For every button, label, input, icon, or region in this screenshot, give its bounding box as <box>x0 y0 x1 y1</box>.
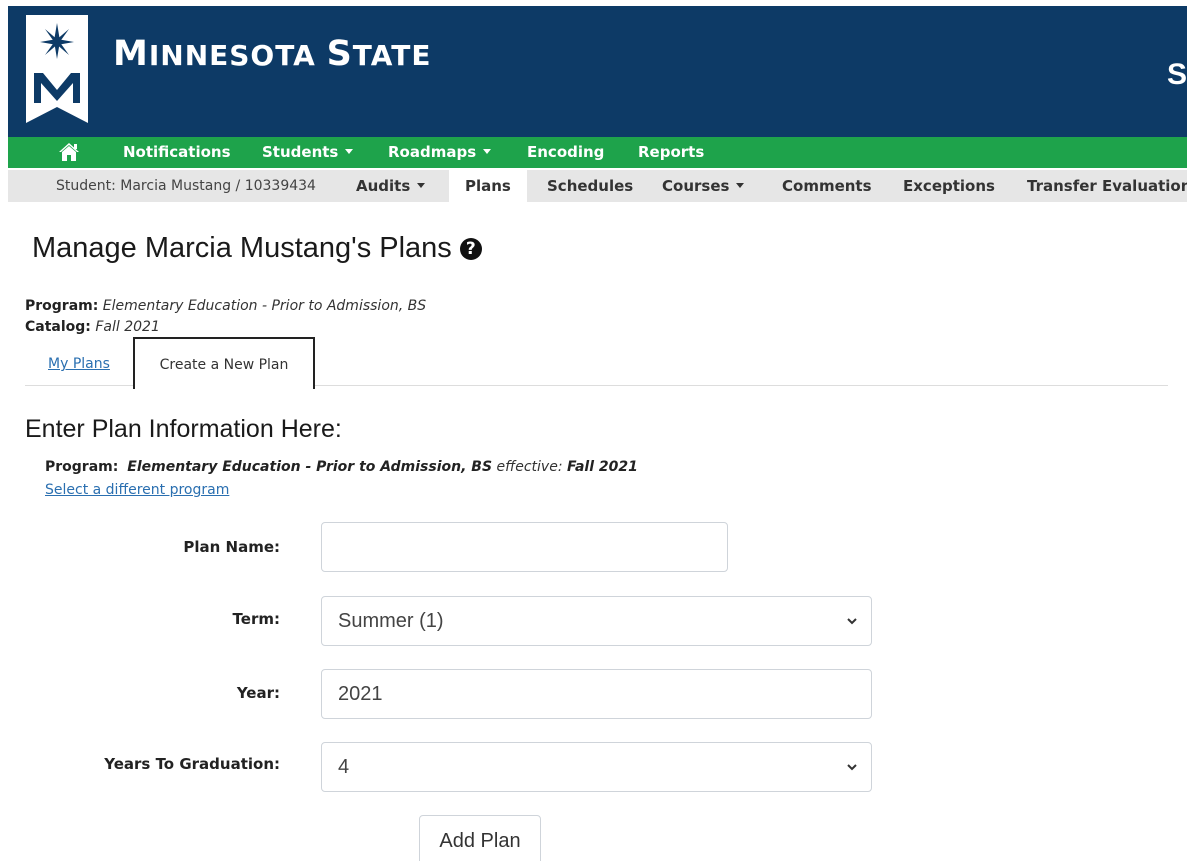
tab-schedules[interactable]: Schedules <box>547 170 633 202</box>
brand-edge-text: S <box>1166 58 1187 91</box>
page-title: Manage Marcia Mustang's Plans ? <box>32 232 482 265</box>
nav-reports[interactable]: Reports <box>638 143 704 161</box>
tab-create-new-plan[interactable]: Create a New Plan <box>133 337 315 389</box>
form-program-info: Program: Elementary Education - Prior to… <box>45 459 638 475</box>
tab-courses[interactable]: Courses <box>662 170 745 202</box>
main-nav: Notifications Students Roadmaps Encoding… <box>8 137 1187 168</box>
tab-transfer-evaluations[interactable]: Transfer Evaluations <box>1027 170 1187 202</box>
chevron-down-icon <box>483 149 492 154</box>
form-section-title: Enter Plan Information Here: <box>25 415 342 443</box>
chevron-down-icon <box>345 149 354 154</box>
years-to-graduation-label: Years To Graduation: <box>104 755 280 773</box>
tab-my-plans[interactable]: My Plans <box>48 356 110 372</box>
chevron-down-icon <box>847 764 857 771</box>
term-label: Term: <box>232 610 280 628</box>
add-plan-button[interactable]: Add Plan <box>419 815 541 861</box>
catalog-info: Catalog: Fall 2021 <box>25 319 160 335</box>
brand-name: MINNESOTA STATE <box>113 34 432 74</box>
student-nav: Student: Marcia Mustang / 10339434 Audit… <box>8 170 1187 202</box>
program-info: Program: Elementary Education - Prior to… <box>25 298 427 314</box>
plan-name-input[interactable] <box>321 522 728 572</box>
nav-notifications[interactable]: Notifications <box>123 143 231 161</box>
chevron-down-icon <box>847 618 857 625</box>
nav-students[interactable]: Students <box>262 143 354 161</box>
year-input[interactable] <box>321 669 872 719</box>
tab-plans[interactable]: Plans <box>449 170 527 202</box>
year-label: Year: <box>236 684 280 702</box>
tab-exceptions[interactable]: Exceptions <box>903 170 995 202</box>
minnesota-state-logo-icon <box>26 15 88 123</box>
nav-roadmaps[interactable]: Roadmaps <box>388 143 492 161</box>
chevron-down-icon <box>736 183 745 188</box>
years-to-graduation-select[interactable]: 4 <box>321 742 872 792</box>
home-icon[interactable] <box>58 142 80 162</box>
tab-comments[interactable]: Comments <box>782 170 872 202</box>
nav-encoding[interactable]: Encoding <box>527 143 604 161</box>
chevron-down-icon <box>417 183 426 188</box>
plan-name-label: Plan Name: <box>183 538 280 556</box>
brand-header: MINNESOTA STATE S <box>8 6 1187 137</box>
select-different-program-link[interactable]: Select a different program <box>45 482 229 498</box>
student-identifier: Student: Marcia Mustang / 10339434 <box>56 178 316 194</box>
tab-audits[interactable]: Audits <box>356 170 426 202</box>
help-icon[interactable]: ? <box>459 237 482 260</box>
term-select[interactable]: Summer (1) <box>321 596 872 646</box>
